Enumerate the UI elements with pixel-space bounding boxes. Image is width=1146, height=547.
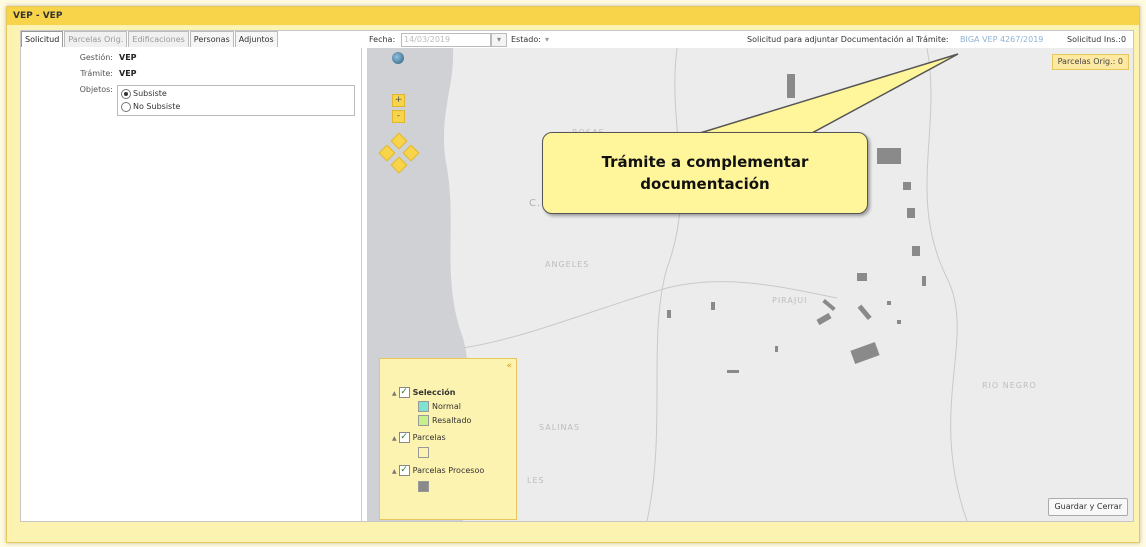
info-text: Solicitud para adjuntar Documentación al… bbox=[747, 35, 949, 44]
radio-unchecked-icon bbox=[121, 101, 131, 112]
callout-line-1: Trámite a complementar bbox=[601, 153, 809, 171]
parcel-shape bbox=[903, 182, 911, 190]
tab-solicitud[interactable]: Solicitud bbox=[21, 31, 64, 47]
swatch-parcelas bbox=[418, 447, 429, 458]
parcelas-orig-button[interactable]: Parcelas Orig.: 0 bbox=[1051, 54, 1129, 70]
radio-checked-icon bbox=[121, 88, 131, 99]
parcel-shape bbox=[816, 312, 832, 326]
gestion-label: Gestión: bbox=[79, 53, 113, 62]
zoom-in-button[interactable]: + bbox=[392, 94, 405, 107]
legend-group-parcelas[interactable]: ▲ ✓ Parcelas bbox=[392, 432, 446, 443]
save-and-close-button[interactable]: Guardar y Cerrar bbox=[1048, 498, 1128, 516]
fecha-input[interactable]: 14/03/2019 bbox=[401, 33, 491, 47]
solicitud-value: 0 bbox=[1121, 35, 1127, 44]
legend-label: Parcelas bbox=[412, 433, 446, 442]
checkbox-checked-icon[interactable]: ✓ bbox=[398, 465, 410, 476]
legend-item-normal: Normal bbox=[418, 401, 461, 412]
legend-item-procesoo-swatch bbox=[418, 481, 432, 492]
annotation-callout: Trámite a complementar documentación bbox=[542, 132, 868, 214]
tab-bar: Solicitud Parcelas Orig. Edificaciones P… bbox=[21, 31, 279, 48]
parcel-shape bbox=[822, 298, 836, 312]
swatch-normal bbox=[418, 401, 429, 412]
legend-label: Normal bbox=[432, 402, 461, 411]
parcel-shape bbox=[857, 304, 872, 321]
zoom-out-button[interactable]: - bbox=[392, 110, 405, 123]
gestion-value: VEP bbox=[119, 53, 137, 62]
parcel-shape bbox=[912, 246, 920, 256]
calendar-icon[interactable]: ▾ bbox=[491, 33, 507, 47]
parcel-shape bbox=[775, 346, 778, 352]
gestion-row: Gestión: VEP bbox=[21, 53, 361, 65]
tab-edificaciones[interactable]: Edificaciones bbox=[128, 31, 189, 47]
legend-group-parcelas-procesoo[interactable]: ▲ ✓ Parcelas Procesoo bbox=[392, 465, 484, 476]
globe-icon[interactable] bbox=[392, 52, 404, 64]
tramite-link[interactable]: BIGA VEP 4267/2019 bbox=[960, 35, 1043, 44]
legend-label: Parcelas Procesoo bbox=[412, 466, 485, 475]
legend-group-seleccion[interactable]: ▲ ✓ Selección bbox=[392, 387, 455, 398]
layer-legend: « ▲ ✓ Selección Normal Resaltado ▲ ✓ Parcela… bbox=[379, 358, 517, 520]
tab-parcelas-orig[interactable]: Parcelas Orig. bbox=[64, 31, 128, 47]
pan-left-icon[interactable] bbox=[378, 144, 396, 162]
solicitud-label: Solicitud Ins.: bbox=[1067, 35, 1121, 44]
tramite-value: VEP bbox=[119, 69, 137, 78]
top-toolbar: Fecha: 14/03/2019 ▾ Estado: ▾ Solicitud … bbox=[369, 33, 1129, 49]
checkbox-checked-icon[interactable]: ✓ bbox=[398, 432, 410, 443]
parcel-shape bbox=[897, 320, 901, 324]
expand-icon: ▲ bbox=[392, 390, 397, 397]
parcel-shape bbox=[907, 208, 915, 218]
parcel-shape bbox=[887, 301, 891, 305]
parcel-shape bbox=[877, 148, 901, 164]
legend-label: Resaltado bbox=[432, 416, 472, 425]
tramite-row: Trámite: VEP bbox=[21, 69, 361, 81]
estado-label: Estado: bbox=[511, 35, 541, 44]
parcel-shape bbox=[711, 302, 715, 310]
parcel-shape bbox=[922, 276, 926, 286]
checkbox-checked-icon[interactable]: ✓ bbox=[398, 387, 410, 398]
tab-personas[interactable]: Personas bbox=[189, 31, 234, 47]
app-window: VEP - VEP Solicitud Parcelas Orig. Edifi… bbox=[6, 6, 1140, 543]
map-view[interactable]: ROSAS C. N ANGELES PIRAJUI RIO NEGRO SAL… bbox=[367, 48, 1133, 521]
parcel-shape bbox=[667, 310, 671, 318]
pan-control bbox=[378, 132, 420, 174]
radio-subsiste[interactable]: Subsiste bbox=[121, 88, 167, 100]
estado-dropdown-icon[interactable]: ▾ bbox=[545, 35, 549, 44]
radio-subsiste-label: Subsiste bbox=[133, 89, 167, 98]
callout-line-2: documentación bbox=[640, 175, 770, 193]
tab-adjuntos[interactable]: Adjuntos bbox=[234, 31, 278, 47]
form-panel: Gestión: VEP Trámite: VEP Objetos: Subsi… bbox=[21, 48, 362, 521]
legend-label: Selección bbox=[412, 388, 456, 397]
legend-item-parcelas-swatch bbox=[418, 447, 432, 458]
legend-collapse-icon[interactable]: « bbox=[506, 361, 512, 371]
river-line bbox=[926, 48, 968, 521]
objetos-label: Objetos: bbox=[79, 85, 113, 94]
pan-up-icon[interactable] bbox=[390, 132, 408, 150]
window-title: VEP - VEP bbox=[7, 7, 1139, 25]
parcel-shape bbox=[857, 273, 867, 281]
expand-icon: ▲ bbox=[392, 435, 397, 442]
fecha-label: Fecha: bbox=[369, 35, 396, 44]
parcel-shape bbox=[850, 341, 880, 365]
swatch-parcelas-procesoo bbox=[418, 481, 429, 492]
parcel-shape bbox=[787, 74, 795, 98]
expand-icon: ▲ bbox=[392, 468, 397, 475]
radio-no-subsiste[interactable]: No Subsiste bbox=[121, 101, 180, 113]
river-line bbox=[462, 281, 838, 349]
river-line bbox=[646, 48, 682, 521]
map-place-label: SALINAS bbox=[539, 423, 581, 432]
map-place-label: RIO NEGRO bbox=[982, 381, 1037, 390]
main-panel: Solicitud Parcelas Orig. Edificaciones P… bbox=[20, 30, 1134, 522]
parcel-shape bbox=[727, 370, 739, 373]
map-place-label: PIRAJUI bbox=[772, 296, 808, 305]
objetos-radio-group: Subsiste No Subsiste bbox=[117, 85, 355, 116]
map-place-label: ANGELES bbox=[545, 260, 590, 269]
tramite-label: Trámite: bbox=[80, 69, 113, 78]
radio-no-subsiste-label: No Subsiste bbox=[133, 102, 181, 111]
legend-item-resaltado: Resaltado bbox=[418, 415, 471, 426]
swatch-resaltado bbox=[418, 415, 429, 426]
map-place-label: LES bbox=[527, 476, 545, 485]
